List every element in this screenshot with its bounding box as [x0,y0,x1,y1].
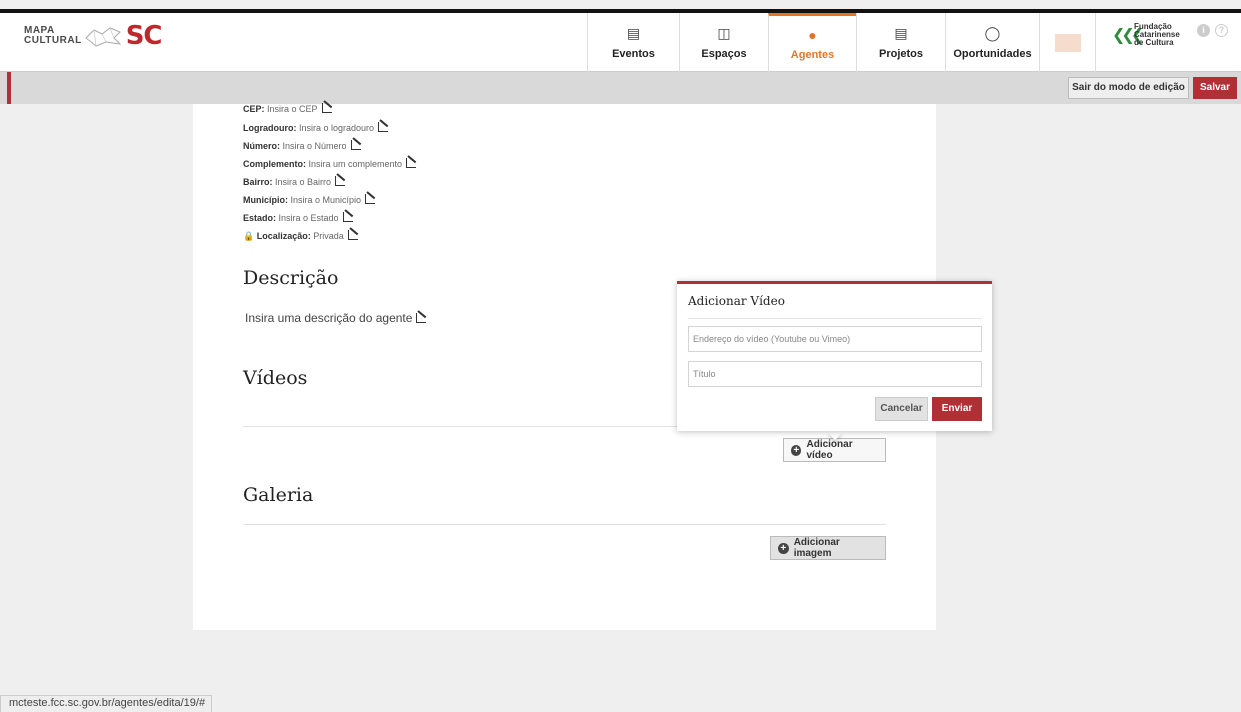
info-icon[interactable]: i [1197,24,1210,37]
address-complemento[interactable]: Complemento: Insira um complemento [243,157,417,169]
mapa-cultural-logo[interactable]: MAPA CULTURAL SC [24,21,163,51]
description-title: Descrição [243,267,339,289]
edit-mode-flag [7,72,11,104]
address-localizacao[interactable]: 🔒 Localização: Privada [243,229,358,242]
nav-espacos[interactable]: ◫ Espaços [679,13,768,72]
popup-title: Adicionar Vídeo [688,294,785,308]
video-url-input[interactable] [688,326,982,352]
nav-projetos[interactable]: ▤ Projetos [856,13,945,72]
edit-icon[interactable] [416,313,427,323]
add-video-button[interactable]: + Adicionar vídeo [783,438,886,462]
browser-status-url: mcteste.fcc.sc.gov.br/agentes/edita/19/# [0,695,213,712]
popup-separator [688,318,982,319]
edit-icon[interactable] [335,176,346,186]
nav-eventos[interactable]: ▤ Eventos [587,13,679,72]
address-bairro[interactable]: Bairro: Insira o Bairro [243,175,346,187]
edit-icon[interactable] [347,230,358,240]
edit-icon[interactable] [350,140,361,150]
nav-agentes-label: Agentes [790,49,835,61]
nav-espacos-label: Espaços [701,48,747,60]
address-logradouro[interactable]: Logradouro: Insira o logradouro [243,121,389,133]
person-icon: ● [808,27,817,43]
fcc-line-3: de Cultura [1134,38,1174,47]
lock-icon: 🔒 [243,231,255,241]
nav-oportunidades-label: Oportunidades [953,48,1032,60]
gallery-title: Galeria [243,484,314,506]
logo-line-2: CULTURAL [24,35,82,46]
document-icon: ▤ [894,25,908,41]
send-button[interactable]: Enviar [932,397,982,421]
main-nav: ▤ Eventos ◫ Espaços ● Agentes ▤ Projetos… [587,13,1095,72]
video-title-input[interactable] [688,361,982,387]
add-image-button[interactable]: + Adicionar imagem [770,536,886,560]
address-numero[interactable]: Número: Insira o Número [243,139,361,151]
plus-circle-icon: + [778,542,789,554]
logo-sc-text: SC [125,21,163,51]
edit-icon[interactable] [321,103,332,113]
nav-agentes[interactable]: ● Agentes [768,13,856,72]
edit-icon[interactable] [406,158,417,168]
lightbulb-icon: ◯ [984,25,1001,41]
fcc-logo[interactable]: ❮❮❮ Fundação Catarinense de Cultura i ? [1095,13,1241,72]
address-estado[interactable]: Estado: Insira o Estado [243,211,353,223]
map-outline-icon [84,27,122,47]
address-cep[interactable]: CEP: Insira o CEP [243,102,332,114]
address-municipio[interactable]: Município: Insira o Município [243,193,376,205]
site-header: MAPA CULTURAL SC ▤ Eventos ◫ Espaços ● A… [0,13,1241,72]
videos-title: Vídeos [243,367,308,389]
edit-mode-bar: Sair do modo de edição Salvar [0,72,1241,104]
exit-edit-mode-button[interactable]: Sair do modo de edição [1068,77,1189,99]
edit-icon[interactable] [342,212,353,222]
edit-icon[interactable] [378,122,389,132]
nav-oportunidades[interactable]: ◯ Oportunidades [945,13,1039,72]
save-button[interactable]: Salvar [1193,77,1237,99]
gallery-divider [243,524,886,525]
add-video-popup: Adicionar Vídeo Cancelar Enviar [677,281,992,431]
cancel-button[interactable]: Cancelar [875,397,928,421]
nav-projetos-label: Projetos [878,48,923,60]
user-avatar-thumbnail[interactable] [1039,13,1095,72]
help-icon[interactable]: ? [1215,24,1228,37]
calendar-icon: ▤ [626,25,641,41]
nav-eventos-label: Eventos [612,48,655,60]
plus-circle-icon: + [791,444,802,456]
description-field[interactable]: Insira uma descrição do agente [245,311,427,325]
edit-icon[interactable] [365,194,376,204]
building-icon: ◫ [717,25,731,41]
